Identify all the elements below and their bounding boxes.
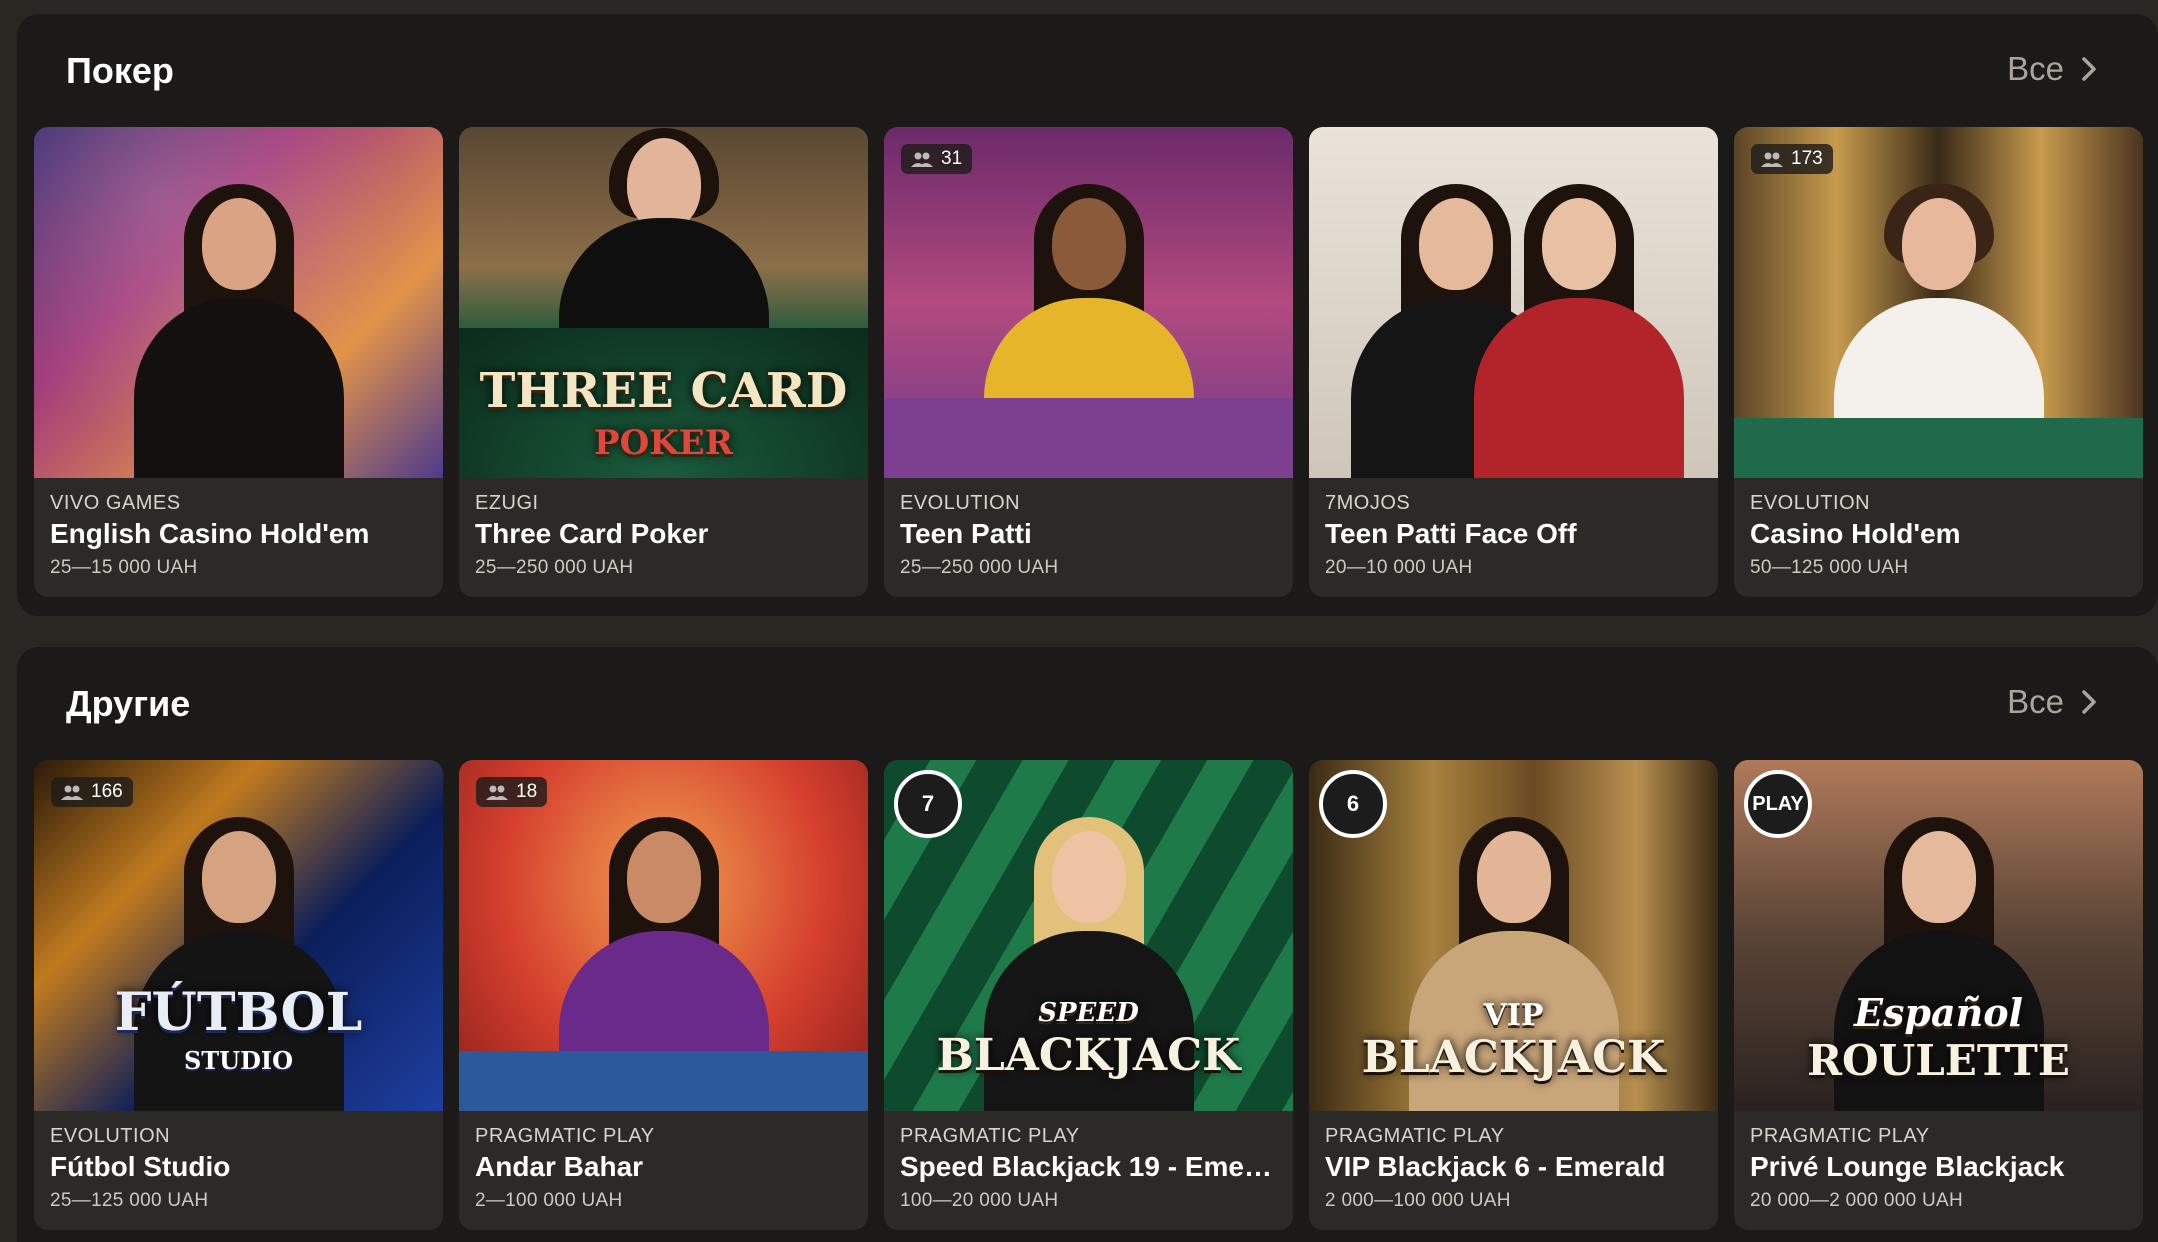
- game-thumbnail: [1309, 127, 1718, 478]
- game-provider: EZUGI: [475, 492, 539, 514]
- game-name: Andar Bahar: [475, 1151, 644, 1182]
- play-badge: PLAY: [1744, 770, 1812, 838]
- game-thumbnail: [34, 127, 443, 478]
- game-name: Speed Blackjack 19 - Eme…: [900, 1151, 1272, 1182]
- game-card[interactable]: Español ROULETTE PLAY PRAGMATIC PLAY Pri…: [1734, 760, 2143, 1230]
- game-name: Teen Patti: [900, 518, 1032, 549]
- game-limits: 20 000—2 000 000 UAH: [1750, 1190, 1964, 1211]
- game-limits: 25—250 000 UAH: [475, 557, 634, 578]
- game-name: Privé Lounge Blackjack: [1750, 1151, 2065, 1182]
- game-provider: PRAGMATIC PLAY: [475, 1125, 655, 1147]
- game-limits: 25—250 000 UAH: [900, 557, 1059, 578]
- game-thumbnail: THREE CARD POKER: [459, 127, 868, 478]
- see-all-link[interactable]: Все: [2007, 50, 2100, 88]
- players-badge: 7: [894, 770, 962, 838]
- game-name: Teen Patti Face Off: [1325, 518, 1577, 549]
- section-title: Покер: [66, 50, 174, 91]
- users-icon: [1761, 152, 1783, 167]
- game-provider: EVOLUTION: [50, 1125, 171, 1147]
- game-thumbnail: 31: [884, 127, 1293, 478]
- game-provider: EVOLUTION: [1750, 492, 1871, 514]
- players-badge: 6: [1319, 770, 1387, 838]
- game-card[interactable]: 173 EVOLUTION Casino Hold'em 50—125 000 …: [1734, 127, 2143, 597]
- game-name: Three Card Poker: [475, 518, 709, 549]
- game-limits: 25—125 000 UAH: [50, 1190, 209, 1211]
- players-count: 18: [516, 781, 538, 802]
- section-title: Другие: [66, 683, 191, 724]
- game-thumbnail: 18: [459, 760, 868, 1111]
- game-card[interactable]: VIVO GAMES English Casino Hold'em 25—15 …: [34, 127, 443, 597]
- game-name: Casino Hold'em: [1750, 518, 1961, 549]
- game-limits: 2 000—100 000 UAH: [1325, 1190, 1511, 1211]
- game-name: Fútbol Studio: [50, 1151, 231, 1182]
- players-count: 166: [91, 781, 123, 802]
- play-badge-label: PLAY: [1752, 792, 1804, 815]
- game-provider: EVOLUTION: [900, 492, 1021, 514]
- game-card[interactable]: 7MOJOS Teen Patti Face Off 20—10 000 UAH: [1309, 127, 1718, 597]
- game-logo-text: ROULETTE: [1807, 1036, 2070, 1085]
- players-badge: 166: [51, 777, 133, 807]
- game-provider: 7MOJOS: [1325, 492, 1411, 514]
- players-count: 6: [1346, 791, 1360, 816]
- chevron-right-icon: [2082, 57, 2096, 81]
- game-logo-subtext: VIP: [1483, 998, 1544, 1033]
- game-thumbnail: VIP BLACKJACK 6: [1309, 760, 1718, 1111]
- game-logo-text: BLACKJACK: [936, 1030, 1241, 1081]
- game-logo-subtext: Español: [1854, 990, 2023, 1035]
- see-all-label: Все: [2007, 50, 2064, 87]
- game-card[interactable]: THREE CARD POKER EZUGI Three Card Poker …: [459, 127, 868, 597]
- players-badge: 173: [1751, 144, 1833, 174]
- game-provider: VIVO GAMES: [50, 492, 181, 514]
- players-count: 31: [941, 148, 963, 169]
- chevron-right-icon: [2082, 690, 2096, 714]
- game-logo-subtext: POKER: [594, 423, 733, 463]
- game-limits: 50—125 000 UAH: [1750, 557, 1909, 578]
- game-card[interactable]: FÚTBOL STUDIO 166 EVOLUTION Fútbol Studi…: [34, 760, 443, 1230]
- section-others: Другие Все FÚTBOL STUDIO 166 EVOLUTION F…: [17, 647, 2158, 1242]
- game-logo-text: BLACKJACK: [1361, 1032, 1666, 1083]
- game-thumbnail: Español ROULETTE PLAY: [1734, 760, 2143, 1111]
- game-thumbnail: 173: [1734, 127, 2143, 478]
- game-logo-subtext: SPEED: [1038, 998, 1139, 1028]
- game-card[interactable]: SPEED BLACKJACK 7 PRAGMATIC PLAY Speed B…: [884, 760, 1293, 1230]
- game-card[interactable]: 18 PRAGMATIC PLAY Andar Bahar 2—100 000 …: [459, 760, 868, 1230]
- game-provider: PRAGMATIC PLAY: [1325, 1125, 1505, 1147]
- game-name: VIP Blackjack 6 - Emerald: [1325, 1151, 1666, 1182]
- game-card[interactable]: VIP BLACKJACK 6 PRAGMATIC PLAY VIP Black…: [1309, 760, 1718, 1230]
- players-badge: 31: [901, 144, 973, 174]
- game-limits: 20—10 000 UAH: [1325, 557, 1473, 578]
- see-all-link[interactable]: Все: [2007, 683, 2100, 721]
- players-count: 173: [1791, 148, 1823, 169]
- users-icon: [61, 785, 83, 800]
- players-badge: 18: [476, 777, 548, 807]
- game-provider: PRAGMATIC PLAY: [1750, 1125, 1930, 1147]
- game-name: English Casino Hold'em: [50, 518, 370, 549]
- users-icon: [911, 152, 933, 167]
- game-logo-text: THREE CARD: [479, 363, 848, 419]
- game-thumbnail: SPEED BLACKJACK 7: [884, 760, 1293, 1111]
- game-limits: 2—100 000 UAH: [475, 1190, 623, 1211]
- players-count: 7: [921, 791, 935, 816]
- game-thumbnail: FÚTBOL STUDIO 166: [34, 760, 443, 1111]
- users-icon: [486, 785, 508, 800]
- game-limits: 100—20 000 UAH: [900, 1190, 1059, 1211]
- see-all-label: Все: [2007, 683, 2064, 720]
- game-limits: 25—15 000 UAH: [50, 557, 198, 578]
- game-logo-text: FÚTBOL: [114, 982, 363, 1043]
- section-poker: Покер Все VIVO GAMES English Casino Hold…: [17, 14, 2158, 616]
- game-card[interactable]: 31 EVOLUTION Teen Patti 25—250 000 UAH: [884, 127, 1293, 597]
- game-logo-subtext: STUDIO: [183, 1046, 294, 1075]
- game-provider: PRAGMATIC PLAY: [900, 1125, 1080, 1147]
